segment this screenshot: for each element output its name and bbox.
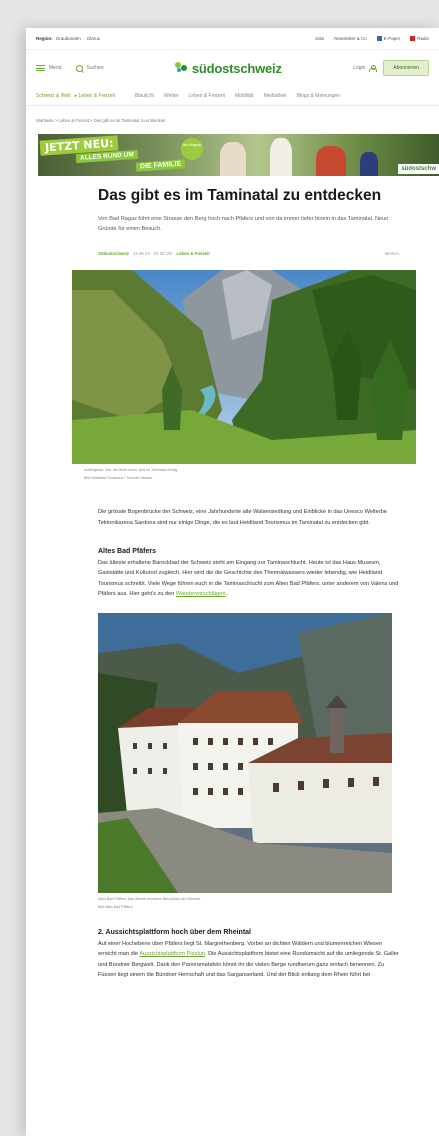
valley-photo [72, 269, 416, 464]
logo-text: südostschweiz [191, 60, 282, 76]
search-label[interactable]: Suchen [87, 65, 104, 71]
breadcrumb: Startseite > Leben & Freizeit > Das gibt… [36, 118, 166, 123]
image2-caption-text: Altes Bad Pfäfers: Das älteste erhaltene… [98, 897, 202, 902]
epaper-link[interactable]: E-Paper [376, 36, 400, 41]
article-category[interactable]: Leben & Freizeit [176, 251, 209, 256]
article-date: 22.06.23 - 04:30 Uhr [133, 250, 173, 256]
newsletter-link[interactable]: Newsletter & Co [334, 36, 367, 41]
article-header: Das gibt es im Taminatal zu entdecken Vo… [98, 186, 399, 270]
article-meta: Südostschweiz 22.06.23 - 04:30 Uhr Leben… [98, 251, 399, 270]
menu-icon[interactable] [36, 65, 45, 71]
nav-item-wetter[interactable]: Wetter [164, 93, 179, 99]
image2-caption: Altes Bad Pfäfers: Das älteste erhaltene… [98, 897, 439, 911]
section2-heading: 2. Aussichtsplattform hoch über dem Rhei… [98, 928, 251, 936]
hiking-suggestions-link[interactable]: Wandervorschlägen [176, 591, 226, 597]
logo-mark-icon [174, 62, 189, 74]
pizalun-link[interactable]: Aussichtsplattform Pizalun [139, 951, 205, 957]
nav-item-leben-freizeit[interactable]: Leben & Freizeit [189, 93, 225, 99]
article-image-taminatal[interactable] [72, 269, 416, 464]
site-logo[interactable]: südostschweiz [103, 61, 353, 76]
login-label: Login [353, 65, 366, 71]
menu-label[interactable]: Menü [49, 65, 62, 71]
image1-caption-text: Ausflugsziel: Wer die Ruhe sucht, wird i… [84, 467, 179, 472]
radio-icon [410, 36, 416, 41]
article-intro: Die grösste Bogenbrücke der Schweiz, ein… [98, 509, 387, 526]
bath-house-photo [98, 613, 392, 894]
nav-item-blogs[interactable]: Blogs & Meinungen [297, 93, 340, 99]
banner-person [220, 142, 246, 176]
breadcrumb-current: Das gibt es im Taminatal zu entdecken [93, 118, 166, 123]
nav-item-blaulicht[interactable]: Blaulicht [135, 93, 154, 99]
article-image-altes-bad[interactable] [98, 613, 392, 894]
nav-item-mediathek[interactable]: Mediathek [264, 93, 287, 99]
article-section-2: 2. Aussichtsplattform hoch über dem Rhei… [98, 929, 399, 980]
image2-credit: Bild Altes Bad Pfäfers [98, 905, 133, 910]
breadcrumb-section[interactable]: Leben & Freizeit [58, 118, 89, 123]
article-source[interactable]: Südostschweiz [98, 251, 129, 256]
banner-person [316, 146, 346, 176]
epaper-icon [376, 36, 382, 41]
section1-heading: Altes Bad Pfäfers [98, 548, 156, 556]
nav-item-schweiz-welt[interactable]: Schweiz & Welt [36, 93, 71, 99]
banner-person [360, 152, 378, 176]
jobs-link[interactable]: Jobs [315, 36, 325, 41]
section1-text: Das älteste erhaltene Barockbad der Schw… [98, 560, 399, 598]
bookmark-button[interactable]: Merken [385, 251, 399, 256]
ad-banner[interactable]: JETZT NEU: ALLES RUND UM DIE FAMILIE Neu… [38, 134, 439, 176]
nav-item-mobilitaet[interactable]: Mobilität [235, 93, 254, 99]
banner-line3: DIE FAMILIE [135, 159, 186, 172]
top-bar: Region: Graubünden Glarus Jobs Newslette… [26, 28, 439, 50]
article-page: Region: Graubünden Glarus Jobs Newslette… [26, 28, 439, 1136]
image1-caption: Ausflugsziel: Wer die Ruhe sucht, wird i… [84, 468, 439, 482]
subscribe-button[interactable]: Abonnieren [383, 60, 429, 76]
user-icon [369, 64, 378, 72]
radio-link[interactable]: Radio [410, 36, 429, 41]
article-lead: Von Bad Ragaz führt eine Strasse den Ber… [98, 216, 389, 233]
nav-item-leben-freizeit-active[interactable]: ▸ Leben & Freizeit [75, 93, 125, 99]
banner-logo: südostschw [398, 164, 439, 174]
article-body: Die grösste Bogenbrücke der Schweiz, ein… [98, 507, 399, 599]
region-option-glarus[interactable]: Glarus [87, 36, 100, 41]
breadcrumb-home[interactable]: Startseite [36, 118, 54, 123]
search-icon[interactable] [75, 64, 83, 72]
section2-text: Auf einer Hochebene über Pfäfers liegt S… [98, 940, 399, 978]
image1-credit: Bild Heidiland Tourismus / Thomas Hassle… [84, 475, 153, 480]
login-button[interactable]: Login [353, 64, 378, 72]
article-title: Das gibt es im Taminatal zu entdecken [98, 187, 382, 204]
banner-badge: Neu Magazin [181, 138, 203, 160]
region-label: Region: [36, 36, 53, 41]
site-header: Menü Suchen südostschweiz Login Abonnier… [26, 50, 439, 86]
banner-person [270, 138, 292, 176]
main-nav: Schweiz & Welt ▸ Leben & Freizeit Blauli… [26, 86, 439, 106]
region-option-graubuenden[interactable]: Graubünden [56, 36, 81, 41]
